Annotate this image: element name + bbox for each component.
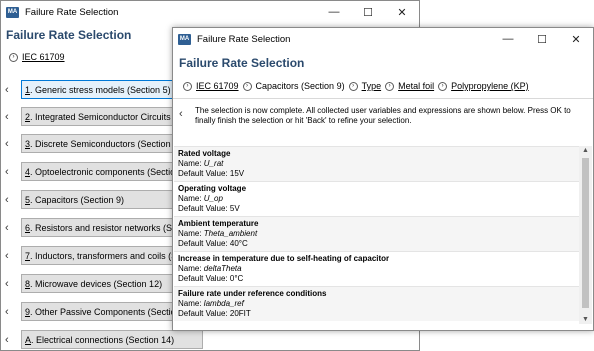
minimize-button[interactable]: — [491,28,525,50]
chevron-left-icon[interactable]: ‹ [5,194,9,206]
minimize-button[interactable]: — [317,1,351,23]
chevron-left-icon[interactable]: ‹ [5,306,9,318]
chevron-right-icon: › [385,81,395,91]
back-breadcrumb: › IEC 61709 [9,52,65,62]
chevron-right-icon: › [183,81,192,91]
front-window-title: Failure Rate Selection [197,33,291,45]
breadcrumb-type[interactable]: Type [362,81,382,91]
chevron-right-icon: › [9,52,18,62]
scroll-thumb[interactable] [582,158,589,308]
app-icon: MA [6,6,19,18]
info-text: The selection is now complete. All colle… [195,106,571,125]
chevron-right-icon: › [348,81,358,91]
field-item: Operating voltage Name: U_op Default Val… [174,181,579,216]
close-button[interactable]: ✕ [385,1,419,23]
front-heading: Failure Rate Selection [179,56,305,70]
field-item: Rated voltage Name: U_rat Default Value:… [174,146,579,181]
back-heading: Failure Rate Selection [6,28,132,42]
back-chevron-icon[interactable]: ‹ [179,108,183,120]
vertical-scrollbar[interactable]: ▲ ▼ [579,146,592,324]
fields-list: Rated voltage Name: U_rat Default Value:… [174,146,579,324]
scroll-down-icon[interactable]: ▼ [579,316,592,323]
chevron-right-icon: › [242,81,252,91]
chevron-left-icon[interactable]: ‹ [5,111,9,123]
chevron-right-icon: › [438,81,448,91]
back-window-title: Failure Rate Selection [25,6,119,18]
chevron-left-icon[interactable]: ‹ [5,138,9,150]
field-item: Failure rate under reference conditions … [174,286,579,321]
breadcrumb-capacitors[interactable]: Capacitors (Section 9) [256,81,345,91]
close-button[interactable]: ✕ [559,28,593,50]
chevron-left-icon[interactable]: ‹ [5,84,9,96]
chevron-left-icon[interactable]: ‹ [5,278,9,290]
field-item: Increase in temperature due to self-heat… [174,251,579,286]
field-item: Ambient temperature Name: Theta_ambient … [174,216,579,251]
chevron-left-icon[interactable]: ‹ [5,222,9,234]
breadcrumb-iec[interactable]: IEC 61709 [22,52,65,62]
chevron-left-icon[interactable]: ‹ [5,250,9,262]
chevron-left-icon[interactable]: ‹ [5,166,9,178]
maximize-button[interactable]: ☐ [525,28,559,50]
scroll-up-icon[interactable]: ▲ [579,147,592,154]
back-title-bar[interactable]: MA Failure Rate Selection — ☐ ✕ [1,1,419,23]
front-window: MA Failure Rate Selection — ☐ ✕ Failure … [172,27,594,331]
chevron-left-icon[interactable]: ‹ [5,334,9,346]
app-icon: MA [178,33,191,45]
list-item[interactable]: A. Electrical connections (Section 14) [21,330,203,349]
divider [173,98,593,99]
maximize-button[interactable]: ☐ [351,1,385,23]
breadcrumb-polypropylene[interactable]: Polypropylene (KP) [451,81,529,91]
breadcrumb-metal-foil[interactable]: Metal foil [398,81,434,91]
breadcrumb-iec[interactable]: IEC 61709 [196,81,239,91]
front-title-bar[interactable]: MA Failure Rate Selection — ☐ ✕ [173,28,593,50]
front-breadcrumb: › IEC 61709 › Capacitors (Section 9) › T… [183,81,529,91]
